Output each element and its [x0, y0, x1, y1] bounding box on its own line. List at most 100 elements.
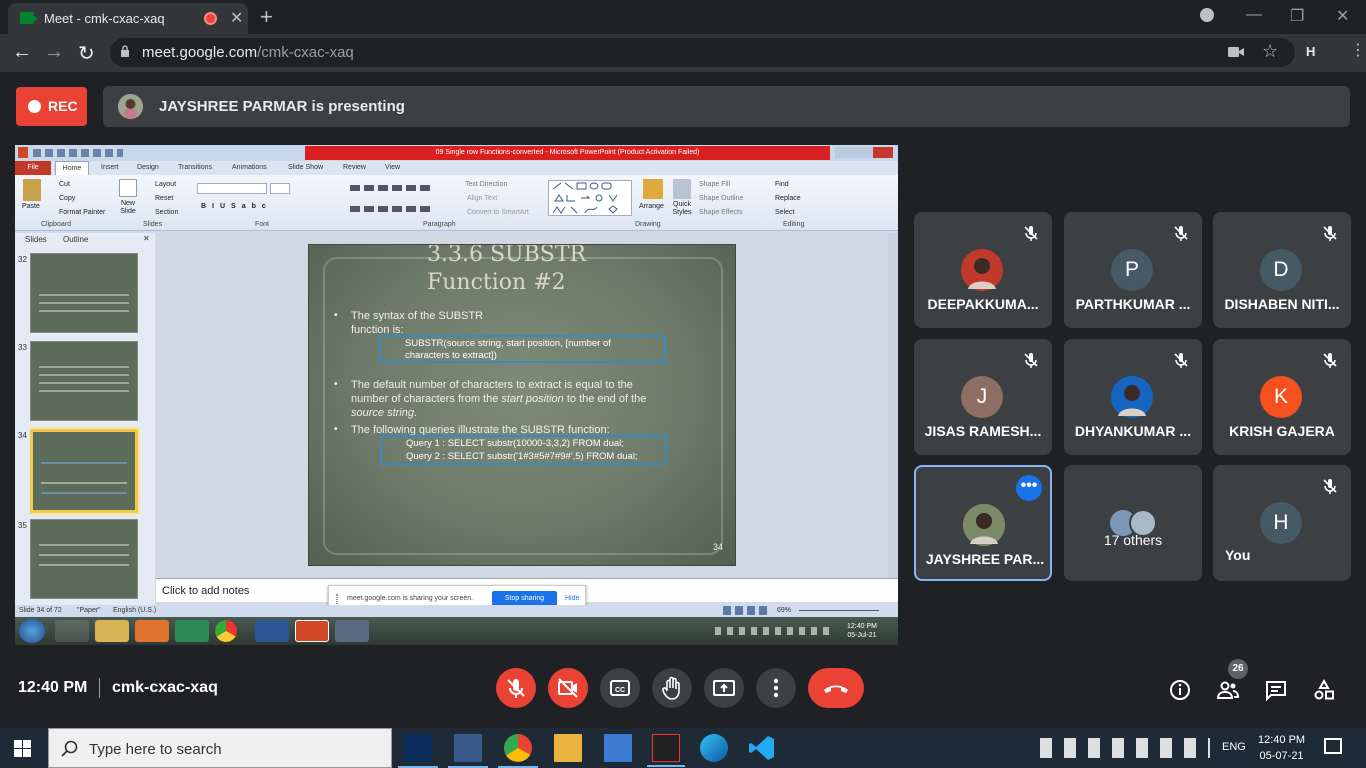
slide-thumbnail-selected[interactable] [30, 429, 138, 513]
word-icon[interactable] [255, 620, 289, 642]
recorder-app-icon[interactable] [647, 734, 685, 767]
participant-tile[interactable]: 17 others [1064, 465, 1202, 581]
ppt-window-controls[interactable] [835, 147, 893, 158]
outline-tab[interactable]: Outline [63, 235, 88, 244]
reset-button[interactable]: Reset [155, 195, 173, 202]
cut-button[interactable]: Cut [59, 181, 70, 188]
mysql-workbench-icon[interactable] [398, 734, 438, 768]
new-slide-button[interactable]: New Slide [117, 200, 139, 216]
meeting-info-icon[interactable] [1168, 678, 1192, 702]
format-painter-button[interactable]: Format Painter [59, 209, 105, 216]
media-player-icon[interactable] [135, 620, 169, 642]
system-tray-icons[interactable] [715, 627, 835, 635]
vscode-icon[interactable] [748, 734, 776, 762]
shape-outline-button[interactable]: Shape Outline [699, 195, 743, 202]
shapes-gallery[interactable] [548, 180, 632, 216]
participant-tile[interactable]: DEEPAKKUMA... [914, 212, 1052, 328]
tab-close-icon[interactable]: ✕ [230, 8, 243, 28]
restore-icon[interactable]: ❐ [1290, 6, 1304, 26]
captions-button[interactable]: CC [600, 668, 640, 708]
back-arrow-icon[interactable]: ← [12, 41, 32, 64]
chrome-taskbar-icon[interactable] [498, 734, 538, 768]
quick-styles-button[interactable]: Quick Styles [669, 201, 695, 217]
minimize-icon[interactable]: — [1246, 6, 1262, 24]
font-format-buttons[interactable]: BIUSabc [201, 203, 272, 210]
list-buttons[interactable] [350, 185, 434, 191]
arrange-button[interactable]: Arrange [639, 203, 664, 210]
paste-icon[interactable] [23, 179, 41, 201]
ppt-tab-home[interactable]: Home [55, 161, 89, 175]
canvas-scrollbar[interactable] [888, 233, 898, 578]
activities-icon[interactable] [1312, 678, 1336, 702]
align-text-button[interactable]: Align Text [467, 195, 497, 202]
convert-smartart-button[interactable]: Convert to SmartArt [467, 209, 529, 216]
copy-button[interactable]: Copy [59, 195, 75, 202]
ppt-tab-view[interactable]: View [385, 164, 400, 171]
notifications-icon[interactable] [1324, 738, 1342, 754]
chat-icon[interactable] [1264, 678, 1288, 702]
leave-call-button[interactable] [808, 668, 864, 708]
powerpoint-icon[interactable] [295, 620, 329, 642]
excel-icon[interactable] [175, 620, 209, 642]
tab-search-icon[interactable] [1200, 8, 1214, 22]
participant-tile[interactable]: P PARTHKUMAR ... [1064, 212, 1202, 328]
zoom-slider[interactable] [799, 610, 879, 611]
arrange-icon[interactable] [643, 179, 663, 199]
new-tab-button[interactable]: + [260, 4, 273, 30]
pane-close-icon[interactable]: ✕ [143, 234, 150, 243]
shape-effects-button[interactable]: Shape Effects [699, 209, 742, 216]
more-options-button[interactable] [756, 668, 796, 708]
slide-thumbnail[interactable] [30, 253, 138, 333]
forward-arrow-icon[interactable]: → [44, 41, 64, 64]
file-explorer-icon[interactable] [554, 734, 582, 762]
ppt-tab-file[interactable]: File [15, 161, 51, 175]
new-slide-icon[interactable] [119, 179, 137, 197]
people-icon[interactable] [1216, 678, 1240, 702]
bookmark-star-icon[interactable]: ☆ [1262, 41, 1278, 62]
taskbar-search-box[interactable]: Type here to search [48, 728, 392, 768]
calculator-icon[interactable] [604, 734, 632, 762]
drag-handle-icon[interactable] [336, 594, 338, 604]
app-window-icon[interactable] [335, 620, 369, 642]
input-language[interactable]: ENG [1222, 741, 1246, 753]
view-buttons[interactable] [723, 606, 767, 615]
menu-kebab-icon[interactable]: ⋮ [1350, 40, 1366, 60]
shape-fill-button[interactable]: Shape Fill [699, 181, 730, 188]
camera-icon[interactable] [1228, 46, 1244, 58]
tile-options-button[interactable]: ••• [1016, 475, 1042, 501]
layout-button[interactable]: Layout [155, 181, 176, 188]
explorer-icon[interactable] [95, 620, 129, 642]
ppt-tab-insert[interactable]: Insert [101, 164, 119, 171]
ppt-tab-animations[interactable]: Animations [232, 164, 267, 171]
paste-label[interactable]: Paste [22, 203, 40, 210]
windows-start-icon[interactable] [14, 740, 31, 757]
recording-badge[interactable]: REC [16, 87, 87, 126]
replace-button[interactable]: Replace [775, 195, 801, 202]
taskbar-app-icon[interactable] [55, 620, 89, 642]
font-size-box[interactable] [270, 183, 290, 194]
ppt-tab-transitions[interactable]: Transitions [178, 164, 212, 171]
participant-tile[interactable]: JAYSHREE PAR... ••• [914, 465, 1052, 581]
slide-thumbnail[interactable] [30, 519, 138, 599]
alignment-buttons[interactable] [350, 206, 434, 212]
ppt-tab-design[interactable]: Design [137, 164, 159, 171]
slides-tab[interactable]: Slides [25, 235, 47, 244]
quick-styles-icon[interactable] [673, 179, 691, 199]
participant-tile[interactable]: H You [1213, 465, 1351, 581]
participant-tile[interactable]: DHYANKUMAR ... [1064, 339, 1202, 455]
camera-toggle-button[interactable] [548, 668, 588, 708]
font-name-box[interactable] [197, 183, 267, 194]
system-tray-icons[interactable] [1040, 738, 1210, 758]
section-button[interactable]: Section [155, 209, 178, 216]
browser-tab[interactable]: Meet - cmk-cxac-xaq ✕ [8, 3, 248, 34]
raise-hand-button[interactable] [652, 668, 692, 708]
edge-icon[interactable] [700, 734, 728, 762]
find-button[interactable]: Find [775, 181, 789, 188]
taskbar-clock[interactable]: 12:40 PM 05-07-21 [1258, 732, 1305, 764]
participant-tile[interactable]: D DISHABEN NITI... [1213, 212, 1351, 328]
mic-toggle-button[interactable] [496, 668, 536, 708]
slide-thumbnail[interactable] [30, 341, 138, 421]
present-now-button[interactable] [704, 668, 744, 708]
participant-tile[interactable]: K KRISH GAJERA [1213, 339, 1351, 455]
ppt-tab-review[interactable]: Review [343, 164, 366, 171]
